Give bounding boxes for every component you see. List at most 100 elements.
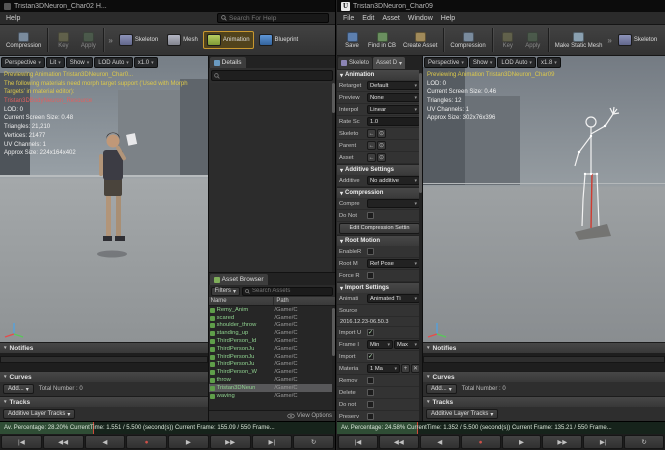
left-3d-viewport[interactable]: Perspective▾ Lit▾ Show▾ LOD Auto▾ x1.0▾ …	[0, 56, 208, 342]
play-button[interactable]: ▶	[502, 435, 542, 449]
tab-details[interactable]: Details	[210, 57, 246, 68]
frame-range-min-dropdown[interactable]: Min▾	[367, 340, 393, 349]
tab-asset-details[interactable]: Asset D ▾	[373, 57, 405, 69]
asset-row[interactable]: shoulder_throw/Game/C	[209, 322, 335, 330]
asset-details-scrollbar[interactable]	[419, 69, 422, 421]
asset-search[interactable]	[242, 287, 333, 296]
compression-button[interactable]: Compression	[447, 30, 488, 51]
use-selected-asset-icon[interactable]: ←	[367, 141, 376, 150]
asset-row[interactable]: ThirdPersonJu/Game/C	[209, 345, 335, 353]
playback-speed-button[interactable]: x1.8▾	[537, 57, 561, 68]
rate-scale-input[interactable]: 1.0	[367, 117, 420, 126]
section-root-motion[interactable]: ▾Root Motion	[337, 235, 422, 246]
asset-row[interactable]: Remy_Anim/Game/C	[209, 306, 335, 314]
to-front-button[interactable]: |◀	[338, 435, 378, 449]
asset-row[interactable]: ThirdPerson_Id/Game/C	[209, 337, 335, 345]
curves-header[interactable]: ▾Curves	[423, 371, 665, 382]
notifies-header[interactable]: ▾Notifies	[0, 342, 208, 353]
browse-to-asset-icon[interactable]: ⊙	[377, 141, 386, 150]
create-asset-button[interactable]: Create Asset	[400, 30, 440, 51]
additive-layer-tracks-button[interactable]: Additive Layer Tracks▾	[426, 409, 498, 419]
notifies-track[interactable]	[423, 353, 665, 371]
details-search[interactable]	[211, 70, 333, 81]
help-search[interactable]	[217, 13, 329, 23]
play-button[interactable]: ▶	[168, 435, 209, 449]
add-curve-button[interactable]: Add...▾	[3, 384, 34, 394]
add-curve-button[interactable]: Add...▾	[426, 384, 457, 394]
view-options-button[interactable]: View Options	[297, 413, 332, 419]
frame-range-max-dropdown[interactable]: Max▾	[394, 340, 420, 349]
right-3d-viewport[interactable]: Perspective▾ Show▾ LOD Auto▾ x1.8▾ Previ…	[423, 56, 665, 342]
show-button[interactable]: Show▾	[469, 57, 497, 68]
do-not-import-curve-checkbox[interactable]	[367, 401, 374, 408]
tab-skeleton-tree[interactable]: Skeleto	[338, 57, 372, 69]
lit-button[interactable]: Lit▾	[46, 57, 65, 68]
animation-length-dropdown[interactable]: Animated Ti▾	[367, 294, 420, 303]
edit-compression-settings-button[interactable]: Edit Compression Settin	[339, 223, 420, 234]
delete-existing-checkbox[interactable]	[367, 389, 374, 396]
section-additive-settings[interactable]: ▾Additive Settings	[337, 164, 422, 175]
key-button[interactable]: Key	[496, 30, 520, 51]
asset-row[interactable]: standing_up/Game/C	[209, 329, 335, 337]
retarget-source-dropdown[interactable]: Default▾	[367, 81, 420, 90]
left-titlebar[interactable]: Tristan3DNeuron_Char02 H...	[0, 0, 335, 12]
right-titlebar[interactable]: U Tristan3DNeuron_Char09	[337, 0, 665, 12]
make-static-mesh-button[interactable]: Make Static Mesh	[552, 30, 606, 51]
step-backward-button[interactable]: ◀◀	[43, 435, 84, 449]
compression-scheme-dropdown[interactable]: ▾	[367, 199, 420, 208]
apply-button[interactable]: Apply	[76, 30, 100, 51]
perspective-button[interactable]: Perspective▾	[1, 57, 45, 68]
toolbar-overflow-icon[interactable]: »	[606, 36, 612, 45]
apply-button[interactable]: Apply	[521, 30, 545, 51]
add-element-icon[interactable]: +	[401, 364, 410, 373]
import-custom-attribute-checkbox[interactable]: ✓	[367, 353, 374, 360]
menu-edit[interactable]: Edit	[362, 15, 374, 22]
preview-skeleton-figure[interactable]	[561, 104, 625, 264]
asset-list-scrollbar[interactable]	[332, 306, 335, 410]
find-in-cb-button[interactable]: Find in CB	[365, 30, 399, 51]
remove-redundant-keys-checkbox[interactable]	[367, 377, 374, 384]
menu-asset[interactable]: Asset	[382, 15, 400, 22]
tracks-header[interactable]: ▾Tracks	[423, 396, 665, 407]
notifies-header[interactable]: ▾Notifies	[423, 342, 665, 353]
force-root-lock-checkbox[interactable]	[367, 272, 374, 279]
loop-button[interactable]: ↻	[293, 435, 334, 449]
to-end-button[interactable]: ▶|	[583, 435, 623, 449]
root-motion-lock-dropdown[interactable]: Ref Pose▾	[367, 259, 420, 268]
menu-window[interactable]: Window	[408, 15, 433, 22]
step-forward-button[interactable]: ▶▶	[210, 435, 251, 449]
compression-button[interactable]: Compression	[3, 30, 44, 51]
interpolation-dropdown[interactable]: Linear▾	[367, 105, 420, 114]
mode-tab-skeleton[interactable]: Skeleton	[614, 31, 661, 49]
filters-button[interactable]: Filters▾	[211, 287, 240, 296]
play-reverse-button[interactable]: ◀	[85, 435, 126, 449]
to-front-button[interactable]: |◀	[1, 435, 42, 449]
step-backward-button[interactable]: ◀◀	[379, 435, 419, 449]
material-curve-dropdown[interactable]: 1 Ma▾	[367, 364, 400, 373]
mode-tab-animation[interactable]: Animation	[203, 31, 254, 49]
details-scrollbar[interactable]	[332, 83, 335, 272]
right-timeline-scrubber[interactable]: Av. Percentage: 24.58% CurrentTime: 1.35…	[337, 421, 665, 434]
perspective-button[interactable]: Perspective▾	[424, 57, 468, 68]
asset-row[interactable]: ThirdPerson_W/Game/C	[209, 368, 335, 376]
do-not-override-checkbox[interactable]	[367, 212, 374, 219]
tracks-header[interactable]: ▾Tracks	[0, 396, 208, 407]
use-selected-asset-icon[interactable]: ←	[367, 153, 376, 162]
toolbar-overflow-icon[interactable]: »	[107, 36, 113, 45]
lod-button[interactable]: LOD Auto▾	[94, 57, 133, 68]
menu-help[interactable]: Help	[6, 15, 20, 22]
notify-track-strip[interactable]	[0, 356, 208, 363]
column-header-name[interactable]: Name	[209, 297, 275, 305]
curves-header[interactable]: ▾Curves	[0, 371, 208, 382]
preview-pose-dropdown[interactable]: None▾	[367, 93, 420, 102]
asset-row[interactable]: scared/Game/C	[209, 314, 335, 322]
browse-to-asset-icon[interactable]: ⊙	[377, 129, 386, 138]
asset-row[interactable]: ThirdPersonJu/Game/C	[209, 361, 335, 369]
section-import-settings[interactable]: ▾Import Settings	[337, 282, 422, 293]
browse-to-asset-icon[interactable]: ⊙	[377, 153, 386, 162]
help-search-input[interactable]	[229, 15, 325, 22]
notifies-track[interactable]	[0, 353, 208, 371]
asset-row[interactable]: throw/Game/C	[209, 376, 335, 384]
section-compression[interactable]: ▾Compression	[337, 187, 422, 198]
mode-tab-mesh[interactable]: Mesh	[163, 31, 202, 49]
